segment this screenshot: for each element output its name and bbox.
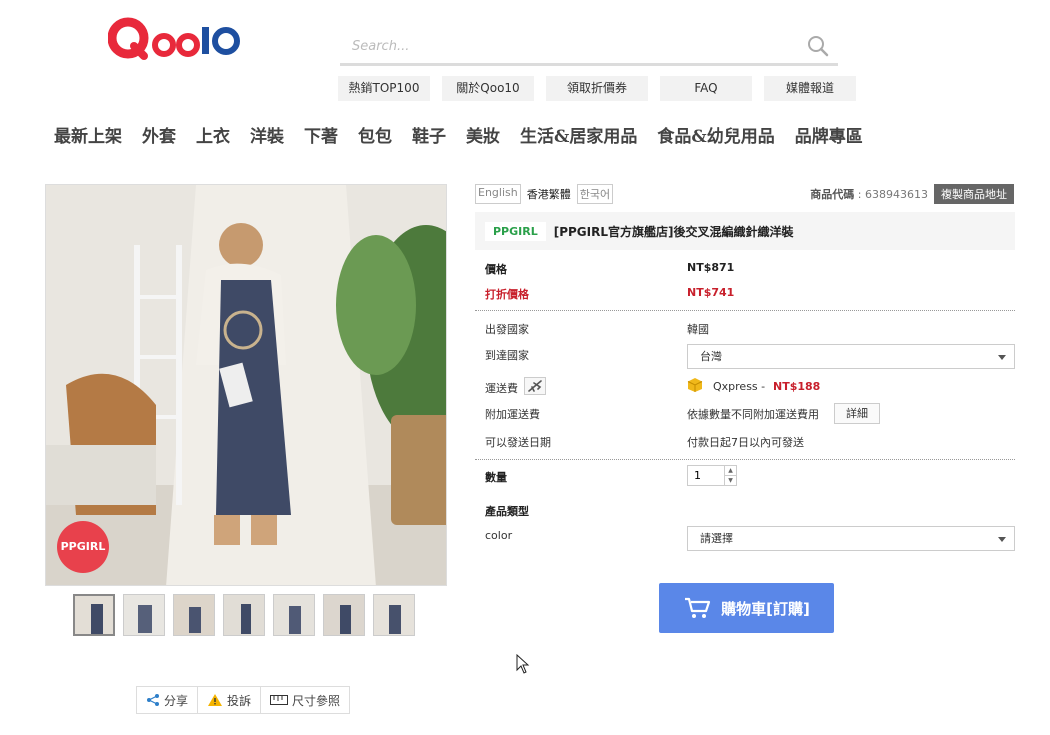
origin-label: 出發國家 bbox=[485, 323, 529, 336]
thumbnail[interactable] bbox=[323, 594, 365, 636]
brand-tag[interactable]: PPGIRL bbox=[485, 221, 546, 241]
thumbnail[interactable] bbox=[373, 594, 415, 636]
color-label: color bbox=[485, 529, 513, 542]
brand-badge: PPGIRL bbox=[57, 521, 109, 573]
package-icon bbox=[687, 378, 703, 392]
thumbnail-strip bbox=[73, 594, 415, 636]
category-dresses[interactable]: 洋裝 bbox=[250, 122, 284, 147]
product-title-bar: PPGIRL [PPGIRL官方旗艦店]後交叉混編織針織洋裝 bbox=[475, 212, 1015, 250]
language-hk-traditional[interactable]: 香港繁體 bbox=[523, 184, 574, 204]
thumbnail[interactable] bbox=[273, 594, 315, 636]
report-label: 投訴 bbox=[227, 693, 252, 708]
quantity-up-button[interactable]: ▲ bbox=[724, 466, 736, 476]
share-label: 分享 bbox=[164, 693, 189, 708]
category-new[interactable]: 最新上架 bbox=[54, 122, 122, 147]
category-tops[interactable]: 上衣 bbox=[196, 122, 230, 147]
airplane-icon[interactable] bbox=[524, 377, 546, 395]
category-home[interactable]: 生活&居家用品 bbox=[520, 122, 637, 147]
category-shoes[interactable]: 鞋子 bbox=[412, 122, 446, 147]
cart-icon bbox=[685, 597, 711, 618]
destination-label: 到達國家 bbox=[485, 349, 529, 362]
product-main-image[interactable] bbox=[45, 184, 447, 586]
quicklinks: 熱銷TOP100 關於Qoo10 領取折價券 FAQ 媒體報道 bbox=[338, 76, 856, 101]
divider bbox=[475, 310, 1015, 311]
product-code-value: : 638943613 bbox=[857, 188, 928, 201]
language-english[interactable]: English bbox=[475, 184, 521, 204]
category-nav: 最新上架 外套 上衣 洋裝 下著 包包 鞋子 美妝 生活&居家用品 食品&幼兒用… bbox=[54, 122, 863, 147]
shipping-fee-label: 運送費 bbox=[485, 382, 518, 395]
price-value: NT$871 bbox=[687, 261, 735, 274]
copy-url-button[interactable]: 複製商品地址 bbox=[934, 184, 1014, 204]
category-beauty[interactable]: 美妝 bbox=[466, 122, 500, 147]
size-guide-label: 尺寸參照 bbox=[292, 693, 341, 708]
quicklink-about[interactable]: 關於Qoo10 bbox=[442, 76, 534, 101]
share-bar: 分享 投訴 尺寸參照 bbox=[136, 686, 351, 714]
category-bottoms[interactable]: 下著 bbox=[304, 122, 338, 147]
category-food-baby[interactable]: 食品&幼兒用品 bbox=[657, 122, 774, 147]
price-label: 價格 bbox=[485, 263, 507, 276]
quantity-stepper: ▲ ▼ bbox=[687, 465, 737, 486]
ship-date-label: 可以發送日期 bbox=[485, 436, 551, 449]
quantity-down-button[interactable]: ▼ bbox=[724, 476, 736, 486]
destination-value: 台灣 bbox=[700, 350, 722, 363]
quicklink-top100[interactable]: 熱銷TOP100 bbox=[338, 76, 430, 101]
report-button[interactable]: 投訴 bbox=[198, 687, 262, 713]
quantity-input[interactable] bbox=[688, 466, 724, 485]
extra-fee-value: 依據數量不同附加運送費用 bbox=[687, 408, 819, 421]
discount-value: NT$741 bbox=[687, 286, 735, 299]
qoo10-logo[interactable] bbox=[107, 14, 242, 64]
quicklink-media[interactable]: 媒體報道 bbox=[764, 76, 856, 101]
product-code-label: 商品代碼 bbox=[810, 188, 855, 201]
add-to-cart-button[interactable]: 購物車[訂購] bbox=[659, 583, 834, 633]
quantity-label: 數量 bbox=[485, 471, 507, 484]
extra-fee-label: 附加運送費 bbox=[485, 408, 540, 421]
ship-date-value: 付款日起7日以內可發送 bbox=[687, 436, 804, 449]
category-bags[interactable]: 包包 bbox=[358, 122, 392, 147]
quicklink-coupon[interactable]: 領取折價券 bbox=[546, 76, 648, 101]
search-input[interactable] bbox=[352, 36, 792, 56]
shipping-fee-value: NT$188 bbox=[773, 380, 821, 393]
search-icon[interactable] bbox=[806, 34, 830, 58]
thumbnail[interactable] bbox=[73, 594, 115, 636]
origin-value: 韓國 bbox=[687, 323, 709, 336]
color-select[interactable]: 請選擇 bbox=[687, 526, 1015, 551]
destination-select[interactable]: 台灣 bbox=[687, 344, 1015, 369]
product-code-area: 商品代碼 : 638943613 複製商品地址 bbox=[810, 184, 1014, 204]
language-selector: English 香港繁體 한국어 bbox=[475, 184, 614, 204]
quicklink-faq[interactable]: FAQ bbox=[660, 76, 752, 101]
cart-button-label: 購物車[訂購] bbox=[721, 599, 810, 618]
share-button[interactable]: 分享 bbox=[137, 687, 199, 713]
thumbnail[interactable] bbox=[123, 594, 165, 636]
category-outerwear[interactable]: 外套 bbox=[142, 122, 176, 147]
thumbnail[interactable] bbox=[173, 594, 215, 636]
warning-icon bbox=[208, 694, 223, 706]
carrier-name: Qxpress - bbox=[713, 380, 766, 393]
color-select-value: 請選擇 bbox=[700, 532, 733, 545]
product-title: [PPGIRL官方旗艦店]後交叉混編織針織洋裝 bbox=[553, 224, 794, 239]
search-bar bbox=[340, 28, 838, 66]
thumbnail[interactable] bbox=[223, 594, 265, 636]
category-brands[interactable]: 品牌專區 bbox=[795, 122, 863, 147]
discount-label: 打折價格 bbox=[485, 288, 529, 301]
mouse-cursor-icon bbox=[516, 654, 530, 674]
product-type-label: 產品類型 bbox=[485, 505, 529, 518]
chevron-down-icon bbox=[998, 537, 1006, 542]
divider bbox=[475, 459, 1015, 460]
language-korean[interactable]: 한국어 bbox=[576, 184, 614, 204]
chevron-down-icon bbox=[998, 355, 1006, 360]
shipping-detail-button[interactable]: 詳細 bbox=[834, 403, 880, 424]
ruler-icon bbox=[270, 695, 289, 705]
size-guide-button[interactable]: 尺寸參照 bbox=[261, 687, 349, 713]
share-icon bbox=[147, 694, 159, 706]
